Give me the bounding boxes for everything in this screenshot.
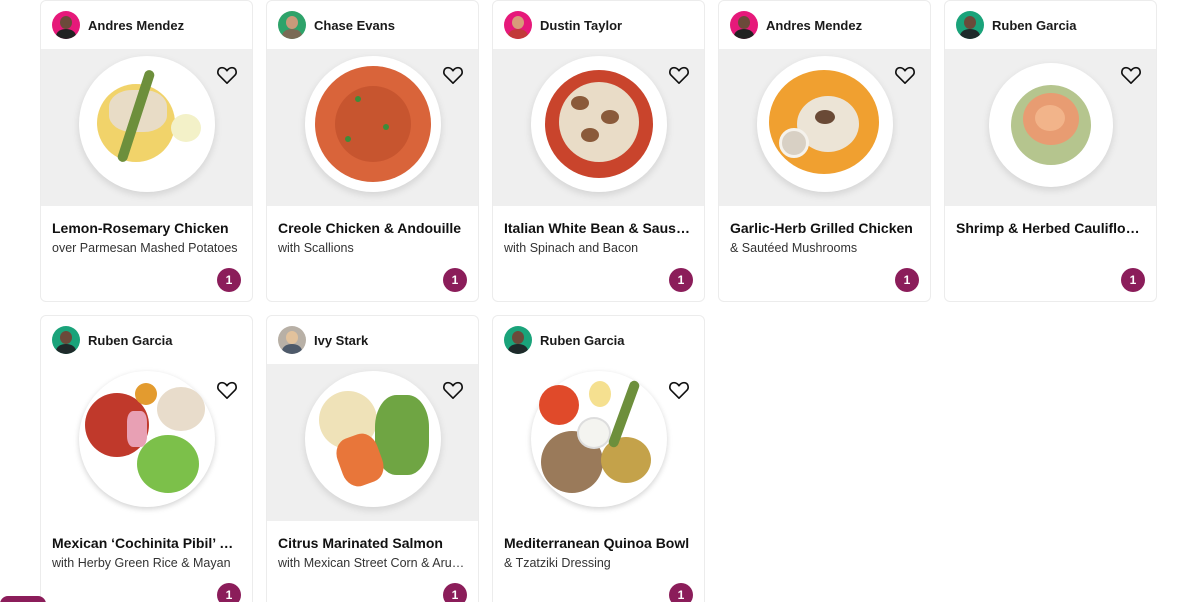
heart-icon[interactable] bbox=[216, 65, 238, 85]
meal-subtitle: with Scallions bbox=[278, 241, 354, 255]
quantity-badge[interactable]: 1 bbox=[217, 268, 241, 292]
meal-card[interactable]: Dustin Taylor Italian White Bean & Sausa… bbox=[492, 0, 705, 302]
meal-photo[interactable] bbox=[719, 49, 930, 206]
quantity-badge[interactable]: 1 bbox=[669, 268, 693, 292]
meal-card[interactable]: Chase Evans Creole Chicken & Andouille w… bbox=[266, 0, 479, 302]
heart-icon[interactable] bbox=[442, 380, 464, 400]
chef-row: Ivy Stark bbox=[267, 316, 478, 364]
chef-avatar bbox=[956, 11, 984, 39]
chef-avatar bbox=[52, 11, 80, 39]
chef-name: Ruben Garcia bbox=[992, 17, 1077, 33]
heart-icon[interactable] bbox=[216, 380, 238, 400]
meal-title[interactable]: Shrimp & Herbed Cauliflower bbox=[956, 219, 1145, 237]
quantity-badge[interactable]: 1 bbox=[895, 268, 919, 292]
meal-info: Citrus Marinated Salmon with Mexican Str… bbox=[267, 521, 478, 602]
chef-row: Ruben Garcia bbox=[41, 316, 252, 364]
heart-icon[interactable] bbox=[894, 65, 916, 85]
chef-name: Dustin Taylor bbox=[540, 17, 623, 33]
meal-info: Garlic-Herb Grilled Chicken & Sautéed Mu… bbox=[719, 206, 930, 301]
chef-avatar bbox=[278, 11, 306, 39]
chef-row: Andres Mendez bbox=[719, 1, 930, 49]
meal-title[interactable]: Mexican ‘Cochinita Pibil’ Bowl bbox=[52, 534, 241, 552]
meal-card[interactable]: Andres Mendez Lemon-Rosemary Chicken ove… bbox=[40, 0, 253, 302]
chef-avatar bbox=[730, 11, 758, 39]
meal-photo[interactable] bbox=[41, 364, 252, 521]
plate bbox=[757, 56, 893, 192]
meal-title[interactable]: Lemon-Rosemary Chicken bbox=[52, 219, 241, 237]
meal-card[interactable]: Ivy Stark Citrus Marinated Salmon with M… bbox=[266, 315, 479, 602]
quantity-badge[interactable]: 1 bbox=[443, 268, 467, 292]
chef-avatar bbox=[278, 326, 306, 354]
chef-name: Ruben Garcia bbox=[88, 332, 173, 348]
meal-subtitle: with Mexican Street Corn & Arugula bbox=[278, 556, 467, 570]
chef-name: Chase Evans bbox=[314, 17, 395, 33]
meal-subtitle: with Herby Green Rice & Mayan bbox=[52, 556, 231, 570]
quantity-badge[interactable]: 1 bbox=[217, 583, 241, 602]
meal-title[interactable]: Garlic-Herb Grilled Chicken bbox=[730, 219, 919, 237]
chef-avatar bbox=[504, 326, 532, 354]
meal-info: Mediterranean Quinoa Bowl & Tzatziki Dre… bbox=[493, 521, 704, 602]
meal-photo[interactable] bbox=[267, 49, 478, 206]
chef-row: Chase Evans bbox=[267, 1, 478, 49]
meal-subtitle: with Spinach and Bacon bbox=[504, 241, 639, 255]
meal-info: Lemon-Rosemary Chicken over Parmesan Mas… bbox=[41, 206, 252, 301]
meal-title[interactable]: Citrus Marinated Salmon bbox=[278, 534, 467, 552]
meal-info: Shrimp & Herbed Cauliflower 1 bbox=[945, 206, 1156, 301]
chef-row: Andres Mendez bbox=[41, 1, 252, 49]
chef-row: Ruben Garcia bbox=[493, 316, 704, 364]
heart-icon[interactable] bbox=[442, 65, 464, 85]
chef-avatar bbox=[504, 11, 532, 39]
chef-name: Ruben Garcia bbox=[540, 332, 625, 348]
meal-photo[interactable] bbox=[493, 364, 704, 521]
meal-photo[interactable] bbox=[41, 49, 252, 206]
meal-info: Italian White Bean & Sausage with Spinac… bbox=[493, 206, 704, 301]
chef-row: Dustin Taylor bbox=[493, 1, 704, 49]
meal-title[interactable]: Creole Chicken & Andouille bbox=[278, 219, 467, 237]
plate bbox=[531, 371, 667, 507]
meal-info: Mexican ‘Cochinita Pibil’ Bowl with Herb… bbox=[41, 521, 252, 602]
plate bbox=[531, 56, 667, 192]
meal-title[interactable]: Mediterranean Quinoa Bowl bbox=[504, 534, 693, 552]
heart-icon[interactable] bbox=[1120, 65, 1142, 85]
meal-photo[interactable] bbox=[493, 49, 704, 206]
chef-name: Ivy Stark bbox=[314, 332, 369, 348]
meal-card[interactable]: Ruben Garcia Mediterranean Quinoa Bowl &… bbox=[492, 315, 705, 602]
meal-card[interactable]: Ruben Garcia Shrimp & Herbed Cauliflower… bbox=[944, 0, 1157, 302]
meal-card[interactable]: Ruben Garcia Mexican ‘Cochinita Pibil’ B… bbox=[40, 315, 253, 602]
meal-subtitle: & Sautéed Mushrooms bbox=[730, 241, 858, 255]
chef-name: Andres Mendez bbox=[766, 17, 863, 33]
quantity-badge[interactable]: 1 bbox=[1121, 268, 1145, 292]
meal-photo[interactable] bbox=[267, 364, 478, 521]
floating-tab[interactable] bbox=[0, 596, 46, 602]
plate bbox=[305, 56, 441, 192]
plate bbox=[305, 371, 441, 507]
meal-info: Creole Chicken & Andouille with Scallion… bbox=[267, 206, 478, 301]
plate bbox=[79, 371, 215, 507]
chef-avatar bbox=[52, 326, 80, 354]
quantity-badge[interactable]: 1 bbox=[443, 583, 467, 602]
chef-row: Ruben Garcia bbox=[945, 1, 1156, 49]
meal-subtitle: & Tzatziki Dressing bbox=[504, 556, 611, 570]
meal-card[interactable]: Andres Mendez Garlic-Herb Grilled Chicke… bbox=[718, 0, 931, 302]
heart-icon[interactable] bbox=[668, 65, 690, 85]
meal-title[interactable]: Italian White Bean & Sausage bbox=[504, 219, 693, 237]
plate bbox=[989, 63, 1113, 187]
heart-icon[interactable] bbox=[668, 380, 690, 400]
quantity-badge[interactable]: 1 bbox=[669, 583, 693, 602]
meal-subtitle: over Parmesan Mashed Potatoes bbox=[52, 241, 238, 255]
plate bbox=[79, 56, 215, 192]
chef-name: Andres Mendez bbox=[88, 17, 185, 33]
meal-photo[interactable] bbox=[945, 49, 1156, 206]
